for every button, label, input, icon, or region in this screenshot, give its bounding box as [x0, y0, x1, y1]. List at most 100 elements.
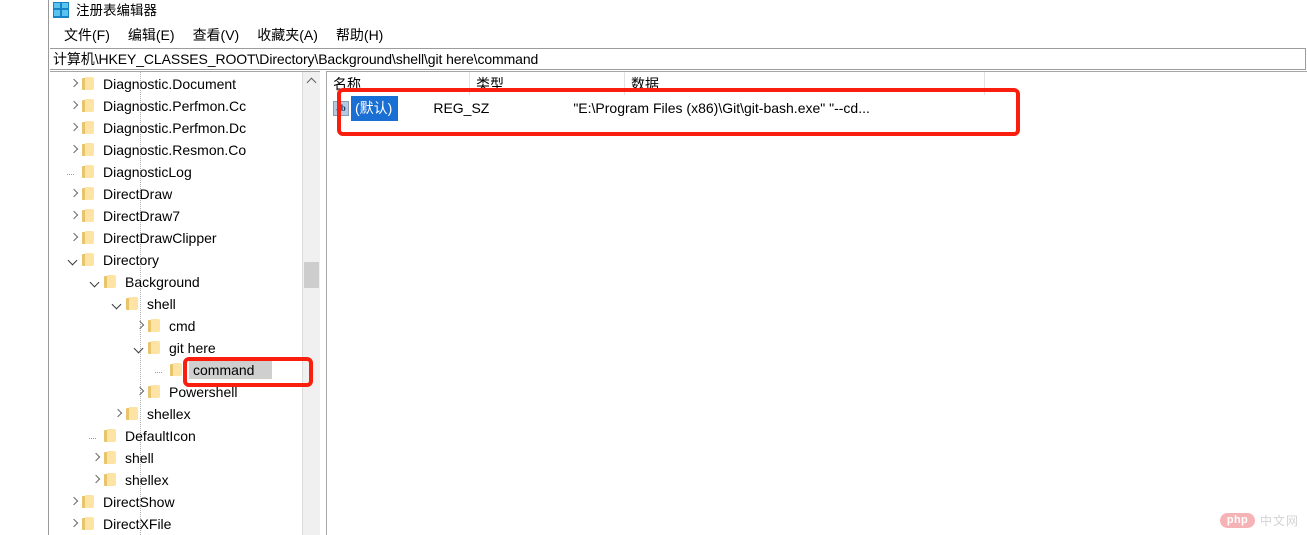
- tree-item-label: Background: [125, 274, 200, 290]
- folder-icon: [82, 99, 97, 113]
- address-path: 计算机\HKEY_CLASSES_ROOT\Directory\Backgrou…: [53, 51, 539, 67]
- column-header-type[interactable]: 类型: [469, 72, 624, 95]
- tree-item-diagnosticlog[interactable]: DiagnosticLog: [50, 161, 320, 183]
- tree-item-label: DefaultIcon: [125, 428, 196, 444]
- chevron-down-icon[interactable]: [110, 296, 126, 312]
- chevron-right-icon[interactable]: [66, 76, 82, 92]
- column-header-name[interactable]: 名称: [327, 72, 469, 95]
- menu-edit[interactable]: 编辑(E): [119, 23, 184, 47]
- values-column-header: 名称 类型 数据: [327, 72, 1307, 95]
- window-title: 注册表编辑器: [76, 3, 157, 18]
- folder-icon: [148, 319, 163, 333]
- tree-item-directshow[interactable]: DirectShow: [50, 491, 320, 513]
- tree-item-label: shellex: [125, 472, 169, 488]
- registry-tree-pane: Diagnostic.Document Diagnostic.Perfmon.Cc…: [50, 71, 320, 535]
- chevron-right-icon[interactable]: [88, 472, 104, 488]
- tree-item-defaulticon[interactable]: DefaultIcon: [50, 425, 320, 447]
- value-data: "E:\Program Files (x86)\Git\git-bash.exe…: [573, 100, 870, 116]
- table-row[interactable]: ab (默认) REG_SZ "E:\Program Files (x86)\G…: [327, 95, 1307, 121]
- tree-item-label: DirectShow: [103, 494, 175, 510]
- values-list: ab (默认) REG_SZ "E:\Program Files (x86)\G…: [327, 95, 1307, 121]
- tree-item-directdraw7[interactable]: DirectDraw7: [50, 205, 320, 227]
- chevron-right-icon[interactable]: [88, 450, 104, 466]
- tree-item-shell[interactable]: shell: [50, 447, 320, 469]
- tree-item-shellex[interactable]: shellex: [50, 403, 320, 425]
- chevron-up-icon[interactable]: [303, 72, 320, 89]
- tree-item-directxfile[interactable]: DirectXFile: [50, 513, 320, 535]
- tree-item-label: DiagnosticLog: [103, 164, 192, 180]
- menu-file[interactable]: 文件(F): [55, 23, 119, 47]
- tree-item-shellex[interactable]: shellex: [50, 469, 320, 491]
- tree-item-label: shell: [125, 450, 154, 466]
- tree-item-shell[interactable]: shell: [50, 293, 320, 315]
- registry-editor-window: 注册表编辑器 文件(F) 编辑(E) 查看(V) 收藏夹(A) 帮助(H) 计算…: [48, 0, 1307, 535]
- folder-icon: [148, 385, 163, 399]
- folder-icon: [104, 429, 119, 443]
- registry-editor-icon: [53, 1, 69, 18]
- tree-item-diagnostic-perfmon-dc[interactable]: Diagnostic.Perfmon.Dc: [50, 117, 320, 139]
- folder-icon: [170, 363, 185, 377]
- folder-icon: [126, 407, 141, 421]
- tree-item-label: Diagnostic.Perfmon.Dc: [103, 120, 247, 136]
- chevron-right-icon[interactable]: [132, 318, 148, 334]
- chevron-right-icon[interactable]: [66, 142, 82, 158]
- registry-tree: Diagnostic.Document Diagnostic.Perfmon.Cc…: [50, 72, 320, 535]
- pane-splitter[interactable]: [320, 71, 327, 535]
- tree-item-label: Diagnostic.Document: [103, 76, 237, 92]
- tree-scrollbar-thumb[interactable]: [304, 262, 319, 288]
- chevron-down-icon[interactable]: [88, 274, 104, 290]
- value-name: (默认): [351, 95, 399, 121]
- tree-item-label: Directory: [103, 252, 160, 268]
- tree-item-directory[interactable]: Directory: [50, 249, 320, 271]
- tree-item-powershell[interactable]: Powershell: [50, 381, 320, 403]
- tree-item-label: shell: [147, 296, 176, 312]
- tree-item-label: DirectDraw: [103, 186, 173, 202]
- tree-item-directdrawclipper[interactable]: DirectDrawClipper: [50, 227, 320, 249]
- tree-item-label: command: [189, 361, 273, 379]
- tree-item-git-here[interactable]: git here: [50, 337, 320, 359]
- menu-help[interactable]: 帮助(H): [327, 23, 392, 47]
- folder-icon: [104, 473, 119, 487]
- tree-item-background[interactable]: Background: [50, 271, 320, 293]
- tree-item-diagnostic-document[interactable]: Diagnostic.Document: [50, 73, 320, 95]
- folder-icon: [104, 275, 119, 289]
- folder-icon: [82, 143, 97, 157]
- folder-icon: [82, 77, 97, 91]
- menu-view[interactable]: 查看(V): [184, 23, 249, 47]
- tree-connector-icon: [66, 164, 82, 180]
- folder-icon: [82, 121, 97, 135]
- folder-icon: [82, 231, 97, 245]
- tree-item-diagnostic-perfmon-cc[interactable]: Diagnostic.Perfmon.Cc: [50, 95, 320, 117]
- chevron-right-icon[interactable]: [66, 98, 82, 114]
- chevron-right-icon[interactable]: [66, 120, 82, 136]
- watermark-text: 中文网: [1259, 514, 1299, 528]
- registry-values-pane: 名称 类型 数据 ab (默认) REG_SZ "E:\Program File…: [327, 71, 1307, 535]
- folder-icon: [148, 341, 163, 355]
- address-bar[interactable]: 计算机\HKEY_CLASSES_ROOT\Directory\Backgrou…: [50, 48, 1306, 70]
- column-header-data[interactable]: 数据: [624, 72, 984, 95]
- chevron-right-icon[interactable]: [66, 208, 82, 224]
- chevron-right-icon[interactable]: [110, 406, 126, 422]
- tree-item-label: DirectDraw7: [103, 208, 181, 224]
- chevron-down-icon[interactable]: [66, 252, 82, 268]
- tree-item-diagnostic-resmon-co[interactable]: Diagnostic.Resmon.Co: [50, 139, 320, 161]
- tree-item-directdraw[interactable]: DirectDraw: [50, 183, 320, 205]
- menu-favorites[interactable]: 收藏夹(A): [248, 23, 327, 47]
- folder-icon: [104, 451, 119, 465]
- main-content: Diagnostic.Document Diagnostic.Perfmon.Cc…: [50, 71, 1307, 535]
- chevron-right-icon[interactable]: [66, 494, 82, 510]
- tree-item-command[interactable]: command: [50, 359, 320, 381]
- tree-vertical-scrollbar[interactable]: [302, 72, 320, 535]
- tree-item-cmd[interactable]: cmd: [50, 315, 320, 337]
- tree-item-label: Powershell: [169, 384, 238, 400]
- chevron-right-icon[interactable]: [132, 384, 148, 400]
- tree-item-label: shellex: [147, 406, 191, 422]
- chevron-right-icon[interactable]: [66, 186, 82, 202]
- chevron-down-icon[interactable]: [132, 340, 148, 356]
- tree-item-label: Diagnostic.Resmon.Co: [103, 142, 247, 158]
- folder-icon: [82, 187, 97, 201]
- watermark: php 中文网: [1219, 512, 1299, 529]
- chevron-right-icon[interactable]: [66, 516, 82, 532]
- tree-item-label: cmd: [169, 318, 196, 334]
- chevron-right-icon[interactable]: [66, 230, 82, 246]
